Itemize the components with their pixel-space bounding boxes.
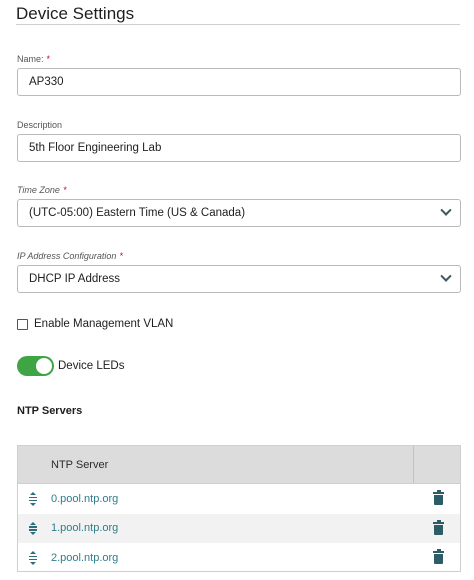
device-leds-option[interactable]: Device LEDs <box>17 356 124 376</box>
name-value: AP330 <box>29 76 64 88</box>
required-mark: * <box>119 251 123 261</box>
toggle-knob <box>36 358 52 374</box>
drag-handle-icon[interactable] <box>26 492 40 506</box>
chevron-down-icon <box>440 204 452 216</box>
device-leds-label: Device LEDs <box>58 360 125 372</box>
required-mark: * <box>62 185 67 195</box>
description-value: 5th Floor Engineering Lab <box>29 142 162 154</box>
time-zone-select[interactable]: (UTC-05:00) Eastern Time (US & Canada) <box>17 199 461 227</box>
page-title: Device Settings <box>16 4 135 23</box>
trash-icon[interactable] <box>433 549 444 564</box>
time-zone-label-text: Time Zone <box>17 185 60 195</box>
name-label: Name: * <box>17 54 50 64</box>
ntp-server-link[interactable]: 1.pool.ntp.org <box>51 522 118 534</box>
management-vlan-label: Enable Management VLAN <box>34 318 174 330</box>
description-label-text: Description <box>17 120 63 130</box>
title-divider <box>16 24 460 25</box>
ip-config-label: IP Address Configuration * <box>17 251 123 261</box>
ntp-server-link[interactable]: 0.pool.ntp.org <box>51 493 118 505</box>
time-zone-value: (UTC-05:00) Eastern Time (US & Canada) <box>29 207 246 219</box>
ntp-server-link[interactable]: 2.pool.ntp.org <box>51 552 118 564</box>
trash-icon[interactable] <box>433 490 444 505</box>
ntp-servers-table: NTP Server 0.pool.ntp.org 1.pool.ntp.org… <box>17 445 461 572</box>
name-label-text: Name: <box>17 54 44 64</box>
drag-handle-icon[interactable] <box>26 521 40 535</box>
description-label: Description <box>17 120 62 130</box>
drag-handle-icon[interactable] <box>26 551 40 565</box>
table-row: 1.pool.ntp.org <box>18 513 460 543</box>
device-leds-toggle[interactable] <box>17 356 54 376</box>
description-input[interactable]: 5th Floor Engineering Lab <box>17 134 461 162</box>
trash-icon[interactable] <box>433 519 444 535</box>
table-header: NTP Server <box>18 446 460 484</box>
management-vlan-checkbox[interactable] <box>17 318 28 330</box>
ntp-section-title: NTP Servers <box>17 405 83 417</box>
management-vlan-option[interactable]: Enable Management VLAN <box>17 318 173 330</box>
name-input[interactable]: AP330 <box>17 68 461 96</box>
time-zone-label: Time Zone * <box>17 185 66 195</box>
actions-column-header <box>414 446 460 483</box>
table-row: 0.pool.ntp.org <box>18 484 460 514</box>
ntp-server-column-header: NTP Server <box>18 446 414 483</box>
ip-config-label-text: IP Address Configuration <box>17 251 117 261</box>
required-mark: * <box>46 54 51 64</box>
ip-config-value: DHCP IP Address <box>29 273 120 285</box>
table-row: 2.pool.ntp.org <box>18 543 460 573</box>
chevron-down-icon <box>440 270 452 282</box>
ip-config-select[interactable]: DHCP IP Address <box>17 265 461 293</box>
